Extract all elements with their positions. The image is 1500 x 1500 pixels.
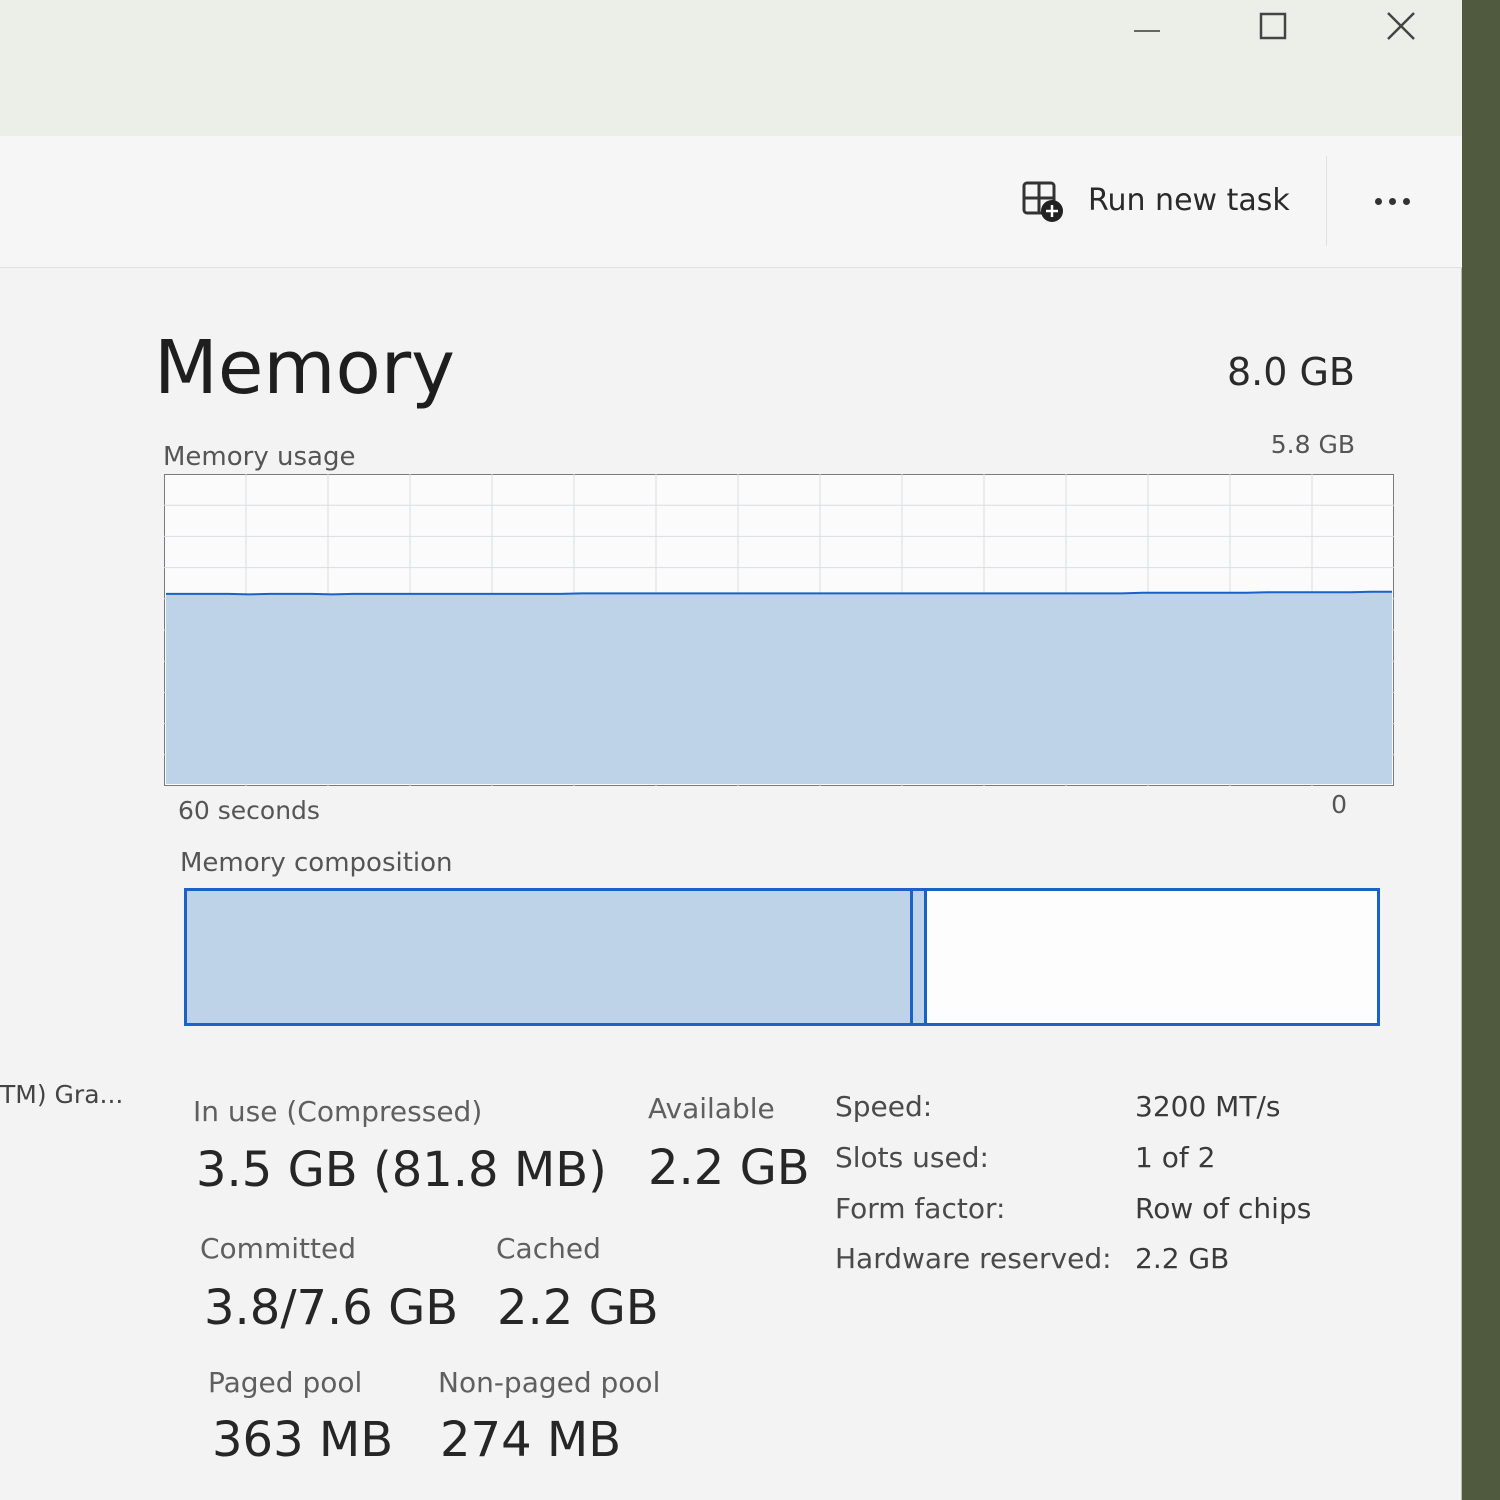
run-new-task-label: Run new task: [1088, 182, 1290, 218]
spec-slots-label: Slots used:: [835, 1141, 989, 1174]
committed-value: 3.8/7.6 GB: [204, 1280, 459, 1336]
memory-usage-max: 5.8 GB: [1270, 430, 1355, 459]
page-title: Memory: [154, 325, 455, 411]
available-label: Available: [648, 1092, 775, 1125]
minimize-button[interactable]: [1092, 2, 1202, 50]
spec-hardware-reserved-label: Hardware reserved:: [835, 1242, 1112, 1275]
run-new-task-button[interactable]: Run new task: [1018, 172, 1308, 228]
memory-composition-bar[interactable]: [184, 888, 1380, 1026]
spec-form-factor-label: Form factor:: [835, 1192, 1006, 1225]
spec-slots-value: 1 of 2: [1135, 1141, 1216, 1174]
spec-form-factor-value: Row of chips: [1135, 1192, 1312, 1225]
in-use-label: In use (Compressed): [193, 1095, 483, 1128]
available-value: 2.2 GB: [648, 1140, 810, 1196]
memory-composition-label: Memory composition: [180, 848, 453, 878]
sidebar-item-gpu[interactable]: TM) Gra...: [0, 1080, 140, 1120]
close-button[interactable]: [1346, 2, 1456, 50]
maximize-icon: [1259, 12, 1287, 40]
non-paged-pool-value: 274 MB: [440, 1412, 622, 1468]
spec-speed-label: Speed:: [835, 1090, 933, 1123]
cached-value: 2.2 GB: [497, 1280, 659, 1336]
memory-usage-area: [166, 591, 1392, 784]
title-bar: [0, 0, 1462, 136]
non-paged-pool-label: Non-paged pool: [438, 1366, 661, 1399]
chart-axis-start-label: 60 seconds: [178, 796, 320, 825]
memory-usage-label: Memory usage: [163, 442, 356, 472]
spec-speed-value: 3200 MT/s: [1135, 1090, 1281, 1123]
paged-pool-value: 363 MB: [212, 1412, 394, 1468]
committed-label: Committed: [200, 1232, 356, 1265]
memory-usage-chart: [164, 474, 1394, 786]
paged-pool-label: Paged pool: [208, 1366, 363, 1399]
in-use-value: 3.5 GB (81.8 MB): [196, 1142, 607, 1198]
composition-modified-segment[interactable]: [912, 891, 928, 1023]
more-options-icon: [1374, 197, 1410, 205]
run-task-icon: [1022, 181, 1063, 222]
cached-label: Cached: [496, 1232, 601, 1265]
sidebar-item-label: TM) Gra...: [0, 1080, 124, 1109]
maximize-button[interactable]: [1218, 2, 1328, 50]
close-icon: [1387, 12, 1415, 40]
minimize-icon: [1134, 30, 1160, 32]
task-manager-window: Run new task TM) Gra... Memory 8.0 GB Me…: [0, 0, 1462, 1500]
spec-hardware-reserved-value: 2.2 GB: [1135, 1242, 1230, 1275]
composition-standby-free-segment[interactable]: [927, 891, 1377, 1023]
more-options-button[interactable]: [1352, 178, 1432, 224]
memory-total: 8.0 GB: [1226, 350, 1355, 394]
chart-axis-end-label: 0: [1331, 790, 1347, 819]
composition-in-use-segment[interactable]: [187, 891, 913, 1023]
toolbar-divider: [1326, 156, 1327, 246]
